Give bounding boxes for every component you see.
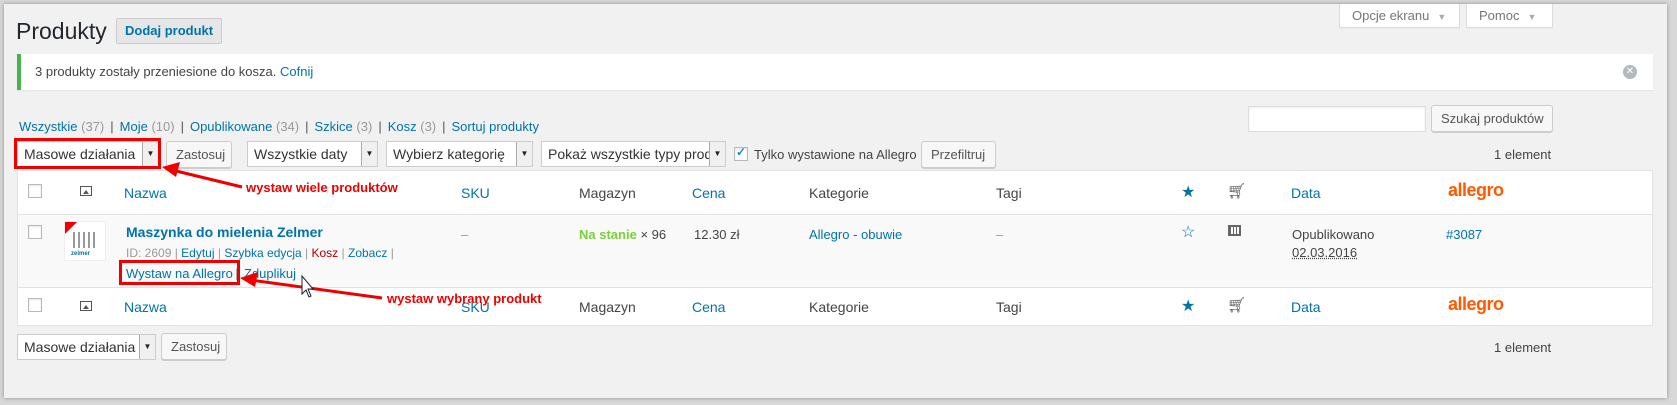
arrow-head-single (240, 272, 258, 287)
mouse-cursor-icon (301, 274, 315, 298)
arrow-head-bulk (162, 162, 180, 177)
annotation-arrows (162, 162, 383, 300)
screen: Opcje ekranu ▼ Pomoc ▼ Produkty Dodaj prod… (4, 4, 1667, 398)
arrow-line-single (249, 278, 383, 300)
arrow-line-bulk (171, 168, 243, 189)
